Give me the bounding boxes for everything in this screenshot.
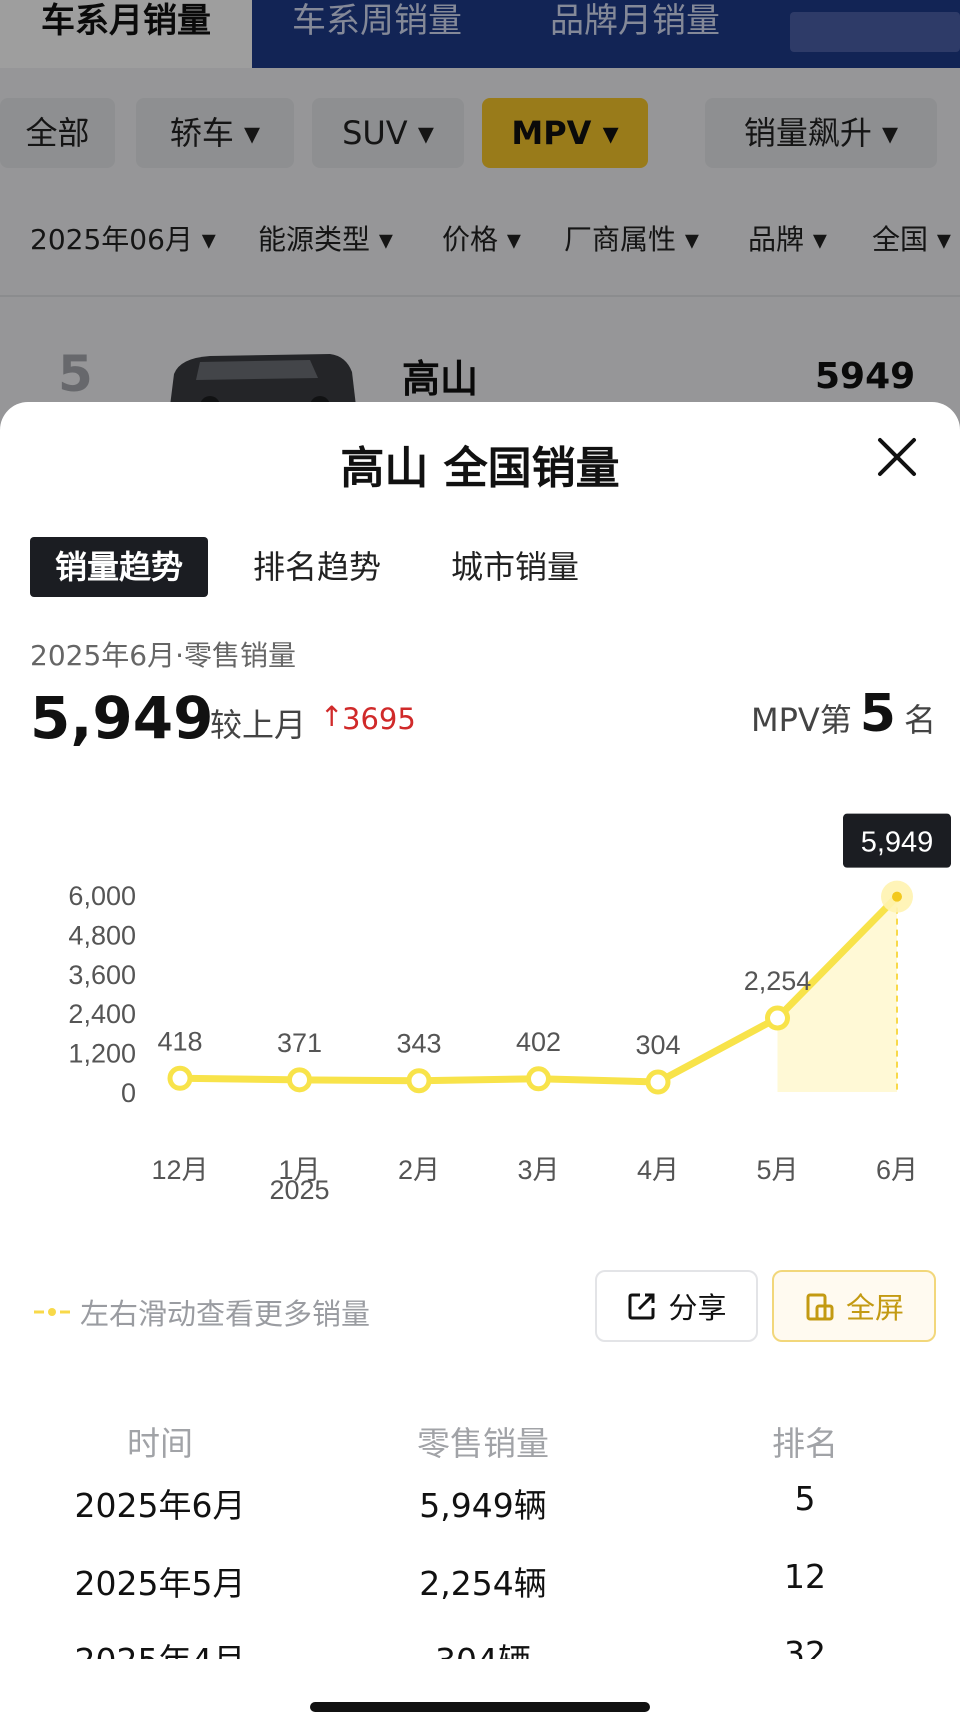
swipe-hint-text: 左右滑动查看更多销量 [80, 1297, 371, 1331]
data-point [892, 891, 902, 902]
table-cell-time: 2025年4月 [40, 1634, 280, 1659]
sales-trend-chart[interactable]: 6,0004,8003,6002,4001,200041812月3711月343… [0, 782, 960, 1202]
tab-rank-trend[interactable]: 排名趋势 [228, 537, 406, 597]
sheet-title: 高山 全国销量 [340, 443, 620, 494]
data-label: 371 [277, 1028, 322, 1058]
x-tick-label: 6月 [876, 1155, 918, 1185]
table-cell-sales: 5,949辆 [419, 1486, 547, 1525]
table-cell-rank: 5 [794, 1479, 816, 1518]
data-label: 5,949 [861, 827, 934, 859]
data-label: 402 [516, 1027, 561, 1057]
rotate-phone-icon [806, 1293, 834, 1321]
y-tick-label: 3,600 [68, 960, 136, 990]
y-tick-label: 2,400 [68, 999, 136, 1029]
table-header-time: 时间 [127, 1424, 193, 1463]
fullscreen-button[interactable]: 全屏 [772, 1270, 936, 1342]
table-cell-time: 2025年5月 [74, 1564, 246, 1603]
data-label: 343 [396, 1029, 441, 1059]
table-row-clipped: 2025年4月 304辆 32 [0, 1627, 960, 1659]
data-point [406, 1068, 432, 1094]
mom-label: 较上月 [210, 706, 307, 744]
data-label: 304 [635, 1030, 680, 1060]
tab-city-sales[interactable]: 城市销量 [426, 537, 604, 597]
sales-bottom-sheet: 高山 全国销量 销量趋势 排名趋势 城市销量 2025年6月·零售销量 5,94… [0, 402, 960, 1735]
data-point [526, 1066, 551, 1092]
share-button[interactable]: 分享 [595, 1270, 758, 1342]
table-cell-time: 2025年6月 [74, 1486, 246, 1525]
table-cell-sales: 2,254辆 [419, 1564, 547, 1603]
x-tick-label: 5月 [756, 1155, 798, 1185]
rank-number: 5 [859, 684, 896, 744]
share-icon [628, 1293, 655, 1320]
fullscreen-label: 全屏 [845, 1291, 904, 1325]
x-tick-label: 12月 [151, 1155, 208, 1185]
y-tick-label: 1,200 [68, 1039, 136, 1069]
current-sales-number: 5,949 [30, 684, 214, 752]
mom-change-value: 3695 [342, 702, 416, 736]
y-tick-label: 4,800 [68, 920, 136, 950]
y-tick-label: 6,000 [68, 881, 136, 911]
rank-suffix: 名 [903, 701, 936, 739]
swipe-dots-icon [34, 1308, 70, 1316]
x-tick-label: 2月 [398, 1155, 440, 1185]
y-tick-label: 0 [121, 1078, 136, 1108]
up-arrow-icon: ↑ [320, 700, 344, 733]
table-header-rank: 排名 [772, 1424, 838, 1463]
data-point [287, 1067, 312, 1093]
data-point [765, 1005, 790, 1031]
x-tick-label: 4月 [637, 1155, 679, 1185]
rank-prefix: MPV第 [750, 701, 852, 739]
home-indicator[interactable] [310, 1702, 650, 1712]
data-label: 2,254 [744, 966, 812, 996]
year-label: 2025 [269, 1175, 329, 1202]
period-label: 2025年6月·零售销量 [30, 639, 296, 672]
table-cell-sales: 304辆 [373, 1634, 593, 1659]
table-header-sales: 零售销量 [417, 1424, 549, 1463]
dim-overlay[interactable] [0, 0, 960, 430]
data-label: 418 [157, 1026, 202, 1056]
swipe-hint: 左右滑动查看更多销量 [32, 1290, 370, 1334]
data-point [645, 1069, 671, 1095]
table-cell-rank: 12 [784, 1557, 826, 1596]
close-icon[interactable] [872, 432, 922, 482]
table-cell-rank: 32 [784, 1634, 826, 1659]
share-label: 分享 [668, 1291, 727, 1325]
category-rank: MPV第 5 名 [751, 684, 936, 744]
x-tick-label: 3月 [517, 1155, 559, 1185]
data-point [167, 1065, 193, 1091]
tab-sales-trend[interactable]: 销量趋势 [30, 537, 208, 597]
